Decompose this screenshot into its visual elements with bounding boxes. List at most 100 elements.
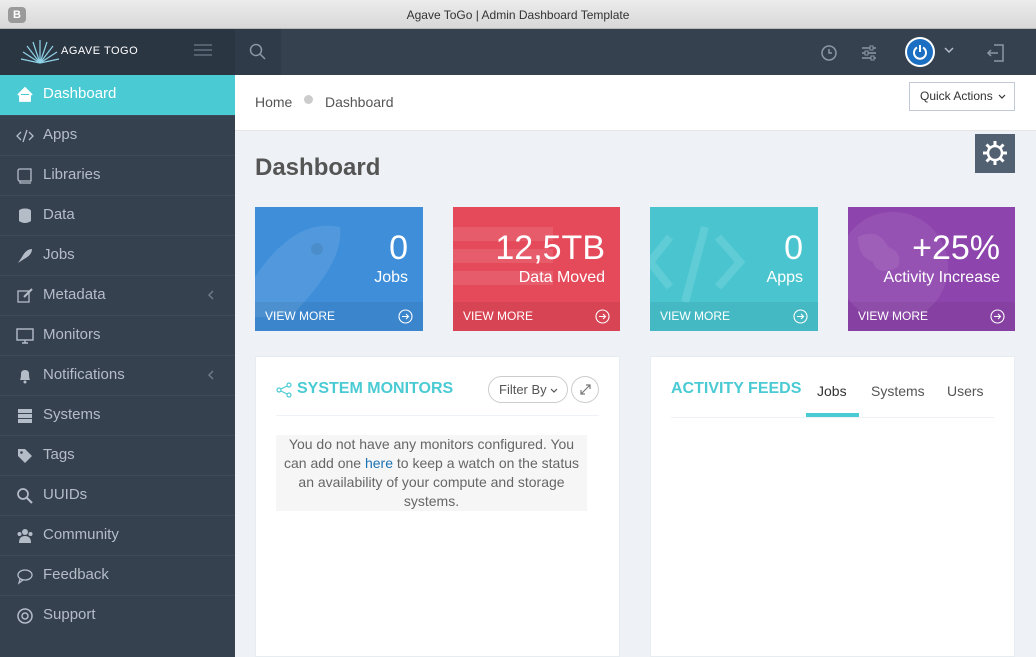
tab-systems[interactable]: Systems [871, 383, 925, 399]
sidebar-item-label: Support [43, 606, 96, 623]
sidebar-item-label: Tags [43, 446, 75, 463]
view-more-label: VIEW MORE [858, 309, 929, 323]
add-monitor-link[interactable]: here [365, 455, 393, 471]
agave-logo-icon [20, 40, 60, 64]
sidebar-item-label: Monitors [43, 326, 101, 343]
system-monitors-panel: SYSTEM MONITORS Filter By You do not hav… [255, 356, 620, 657]
page-title: Dashboard [255, 154, 381, 181]
chevron-down-icon [998, 94, 1006, 99]
sidebar-item-label: Metadata [43, 286, 106, 303]
sidebar-item-label: Jobs [43, 246, 75, 263]
arrow-circle-right-icon [595, 309, 610, 324]
share-icon [276, 382, 292, 398]
book-icon [17, 168, 32, 184]
monitor-icon [16, 328, 34, 344]
tags-icon [18, 449, 32, 463]
sidebar-item-dashboard[interactable]: Dashboard [0, 75, 245, 115]
page-bar: Home Dashboard Quick Actions [235, 75, 1036, 131]
activity-feeds-title: ACTIVITY FEEDS [671, 380, 802, 397]
search-icon [249, 43, 266, 60]
no-monitors-notice: You do not have any monitors configured.… [276, 435, 587, 511]
power-icon [913, 45, 927, 60]
tile-jobs[interactable]: 0 Jobs VIEW MORE [255, 207, 423, 331]
tile-label: Jobs [374, 269, 408, 286]
tile-label: Apps [766, 269, 803, 286]
panel-divider [276, 415, 599, 416]
tile-activity-increase[interactable]: +25% Activity Increase VIEW MORE [848, 207, 1015, 331]
search-button[interactable] [235, 29, 281, 75]
expand-icon [580, 384, 591, 395]
tile-data-moved[interactable]: 12,5TB Data Moved VIEW MORE [453, 207, 620, 331]
tile-value: 12,5TB [495, 229, 605, 267]
server-icon [18, 409, 32, 423]
tile-apps[interactable]: 0 Apps VIEW MORE [650, 207, 818, 331]
view-more-link[interactable]: VIEW MORE [650, 302, 818, 331]
settings-sliders-button[interactable] [854, 29, 884, 75]
filter-by-button[interactable]: Filter By [488, 376, 568, 403]
arrow-circle-right-icon [990, 309, 1005, 324]
history-button[interactable] [814, 29, 844, 75]
quick-actions-label: Quick Actions [920, 89, 993, 103]
lifebuoy-icon [17, 608, 33, 624]
breadcrumb-current: Dashboard [325, 94, 394, 110]
tab-users[interactable]: Users [947, 383, 984, 399]
sidebar-item-uuids[interactable]: UUIDs [0, 475, 235, 515]
rocket-icon [255, 225, 341, 317]
search-icon [17, 488, 33, 504]
users-icon [17, 529, 33, 543]
activity-feeds-panel: ACTIVITY FEEDS Jobs Systems Users [650, 356, 1015, 657]
sidebar-item-community[interactable]: Community [0, 515, 235, 555]
logout-icon [986, 44, 1004, 62]
view-more-label: VIEW MORE [463, 309, 534, 323]
tab-jobs[interactable]: Jobs [817, 383, 847, 399]
code-icon [16, 129, 34, 143]
filter-by-label: Filter By [499, 382, 547, 397]
sidebar-item-feedback[interactable]: Feedback [0, 555, 235, 595]
code-icon [650, 225, 746, 304]
window-title: Agave ToGo | Admin Dashboard Template [406, 8, 630, 22]
system-monitors-title: SYSTEM MONITORS [297, 380, 454, 397]
sidebar-item-tags[interactable]: Tags [0, 435, 235, 475]
gear-icon [983, 141, 1007, 165]
chevron-down-icon[interactable] [944, 46, 954, 54]
quick-actions-button[interactable]: Quick Actions [909, 82, 1015, 111]
rocket-icon [18, 249, 32, 263]
breadcrumb-home[interactable]: Home [255, 94, 292, 110]
sidebar-item-notifications[interactable]: Notifications [0, 355, 235, 395]
arrow-circle-right-icon [793, 309, 808, 324]
view-more-link[interactable]: VIEW MORE [848, 302, 1015, 331]
sidebar-item-label: Feedback [43, 566, 109, 583]
sidebar-item-libraries[interactable]: Libraries [0, 155, 235, 195]
sidebar-item-label: Apps [43, 126, 78, 143]
sidebar-item-support[interactable]: Support [0, 595, 235, 635]
tile-value: 0 [784, 229, 803, 267]
bell-icon [20, 370, 30, 384]
user-avatar[interactable] [905, 37, 935, 67]
theme-settings-button[interactable] [975, 134, 1015, 173]
sidebar-item-label: Libraries [43, 166, 101, 183]
sidebar-item-label: Systems [43, 406, 101, 423]
view-more-link[interactable]: VIEW MORE [255, 302, 423, 331]
home-icon [17, 86, 33, 102]
sidebar-item-data[interactable]: Data [0, 195, 235, 235]
menu-toggle-button[interactable] [194, 44, 212, 58]
chevron-left-icon [207, 370, 214, 380]
sidebar-item-monitors[interactable]: Monitors [0, 315, 235, 355]
chevron-left-icon [207, 290, 214, 300]
top-header: AGAVE TOGO [0, 29, 1036, 75]
sidebar-item-label: Notifications [43, 366, 125, 383]
edit-icon [17, 288, 33, 303]
breadcrumb-separator [304, 95, 313, 104]
sidebar-item-metadata[interactable]: Metadata [0, 275, 235, 315]
sidebar-item-label: UUIDs [43, 486, 88, 503]
sliders-icon [862, 45, 876, 61]
sidebar-item-apps[interactable]: Apps [0, 115, 235, 155]
logout-button[interactable] [980, 29, 1010, 75]
view-more-link[interactable]: VIEW MORE [453, 302, 620, 331]
sidebar-item-systems[interactable]: Systems [0, 395, 235, 435]
clock-icon [821, 45, 837, 61]
fullscreen-button[interactable] [571, 376, 599, 403]
logo-area: AGAVE TOGO [0, 29, 235, 75]
arrow-circle-right-icon [398, 309, 413, 324]
sidebar-item-jobs[interactable]: Jobs [0, 235, 235, 275]
